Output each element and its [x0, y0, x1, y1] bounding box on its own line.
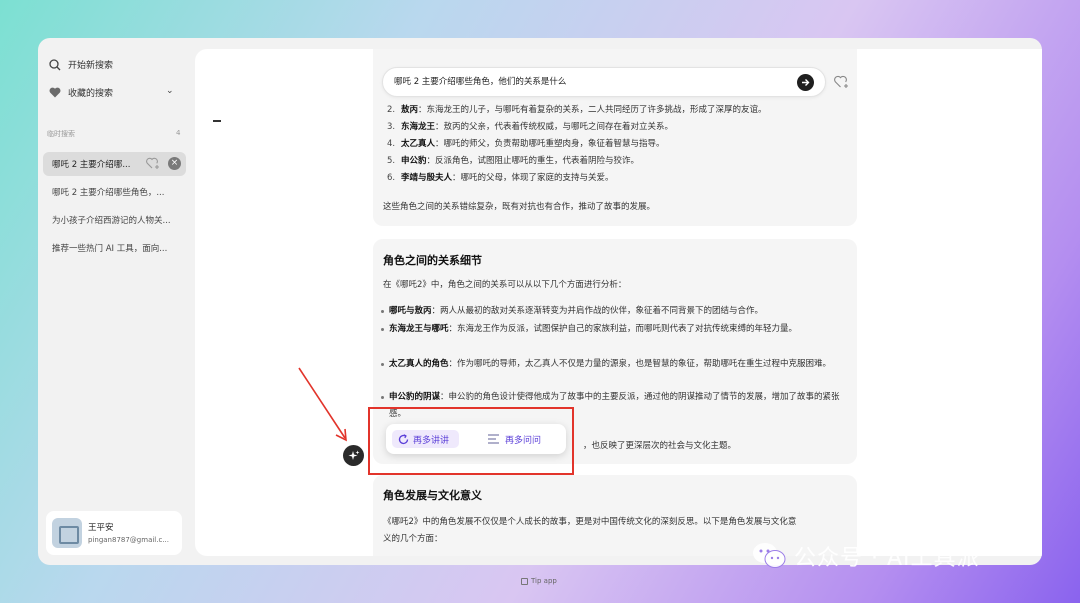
summary-text: 这些角色之间的关系错综复杂，既有对抗也有合作，推动了故事的发展。 [383, 202, 656, 212]
section-heading: 角色之间的关系细节 [383, 254, 482, 267]
user-name: 王平安 [88, 523, 114, 533]
more-explain-label: 再多讲讲 [413, 435, 450, 446]
close-icon[interactable]: × [168, 157, 181, 170]
list-item: 3. 东海龙王：敖丙的父亲，代表着传统权威，与哪吒之间存在着对立关系。 [387, 122, 674, 132]
bullet-item: 太乙真人的角色：作为哪吒的导师，太乙真人不仅是力量的源泉，也是智慧的象征，帮助哪… [381, 356, 845, 373]
user-email: pingan8787@gmail.c... [88, 536, 169, 544]
watermark-text: 公众号 · AI工具派 [794, 546, 980, 571]
favorites-label: 收藏的搜索 [68, 89, 114, 99]
user-card[interactable]: 王平安 pingan8787@gmail.c... [46, 511, 182, 555]
list-item: 4. 太乙真人：哪吒的师父，负责帮助哪吒重塑肉身，象征着智慧与指导。 [387, 139, 665, 149]
watermark: 公众号 · AI工具派 [752, 540, 980, 572]
list-item: 6. 李靖与殷夫人：哪吒的父母，体现了家庭的支持与关爱。 [387, 173, 614, 183]
avatar [52, 518, 82, 548]
favorite-add-icon[interactable] [834, 75, 849, 89]
heart-icon [49, 87, 61, 98]
section-heading: 角色发展与文化意义 [383, 489, 482, 502]
bullet-item: 申公豹的阴谋：申公豹的角色设计使得他成为了故事中的主要反派，通过他的阴谋推动了情… [381, 389, 845, 422]
intro-text: 义的几个方面： [383, 534, 443, 544]
new-search-button[interactable]: 开始新搜索 [49, 58, 113, 71]
intro-text: 《哪吒2》中的角色发展不仅仅是个人成长的故事，更是对中国传统文化的深刻反思。以下… [383, 517, 797, 527]
more-explain-button[interactable]: 再多讲讲 [392, 430, 459, 448]
app-icon [521, 577, 528, 585]
more-ask-button[interactable]: 再多问问 [484, 430, 558, 448]
bullet-item: 哪吒与敖丙：两人从最初的敌对关系逐渐转变为并肩作战的伙伴，象征着不同背景下的团结… [381, 303, 845, 320]
chevron-down-icon[interactable]: ⌄ [166, 86, 174, 96]
section-label: 临时搜索 [47, 130, 75, 138]
followup-popup: 再多讲讲 再多问问 [386, 424, 566, 454]
intro-text: 在《哪吒2》中，角色之间的关系可以从以下几个方面进行分析： [383, 280, 627, 290]
footer-tip: Tip app [521, 577, 557, 585]
refresh-icon [398, 433, 409, 444]
history-item-active[interactable]: 哪吒 2 主要介绍哪... × [43, 152, 186, 176]
footer-tip-label: Tip app [531, 577, 557, 585]
heart-plus-icon[interactable] [146, 157, 160, 170]
history-item-label: 哪吒 2 主要介绍哪... [52, 160, 131, 170]
lines-icon [488, 434, 499, 444]
history-item-label: 为小孩子介绍西游记的人物关... [52, 216, 171, 226]
main-panel: 哪吒 2 主要介绍哪些角色，他们的关系是什么 2. 敖丙：东海龙王的儿子，与哪吒有… [195, 49, 1042, 556]
send-button[interactable] [797, 74, 814, 91]
search-input[interactable]: 哪吒 2 主要介绍哪些角色，他们的关系是什么 [382, 67, 826, 97]
list-item: 2. 敖丙：东海龙王的儿子，与哪吒有着复杂的关系，二人共同经历了许多挑战，形成了深… [387, 105, 767, 115]
app-window: 开始新搜索 收藏的搜索 ⌄ 临时搜索 4 哪吒 2 主要介绍哪... × 哪吒 … [38, 38, 1042, 565]
history-item[interactable]: 推荐一些热门 AI 工具，面向... [43, 236, 186, 260]
sidebar: 开始新搜索 收藏的搜索 ⌄ 临时搜索 4 哪吒 2 主要介绍哪... × 哪吒 … [38, 38, 190, 565]
annotation-arrow-icon [298, 367, 347, 442]
favorites-button[interactable]: 收藏的搜索 [49, 86, 113, 99]
wechat-icon [753, 543, 786, 568]
section-count: 4 [176, 129, 181, 137]
history-item[interactable]: 哪吒 2 主要介绍哪些角色，... [43, 180, 186, 204]
new-search-label: 开始新搜索 [68, 61, 114, 71]
collapse-handle[interactable] [213, 120, 221, 122]
bullet-item: 东海龙王与哪吒：东海龙王作为反派，试图保护自己的家族利益，而哪吒则代表了对抗传统… [381, 321, 845, 338]
trailing-text: ，也反映了更深层次的社会与文化主题。 [583, 441, 737, 451]
list-item: 5. 申公豹：反派角色，试图阻止哪吒的重生，代表着阴险与狡诈。 [387, 156, 640, 166]
history-item-label: 哪吒 2 主要介绍哪些角色，... [52, 188, 165, 198]
history-item-label: 推荐一些热门 AI 工具，面向... [52, 244, 168, 254]
sparkle-icon[interactable] [343, 445, 364, 466]
history-item[interactable]: 为小孩子介绍西游记的人物关... [43, 208, 186, 232]
more-ask-label: 再多问问 [505, 435, 542, 446]
arrow-right-icon [802, 79, 810, 86]
search-icon [49, 58, 61, 70]
